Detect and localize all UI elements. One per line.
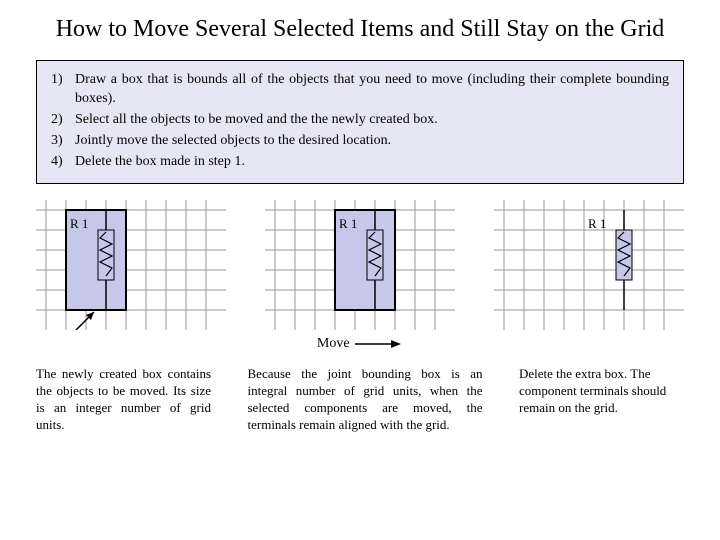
move-arrow-icon	[353, 338, 403, 350]
instruction-list: 1)Draw a box that is bounds all of the o…	[51, 71, 669, 171]
diagram-2: R 1	[265, 200, 455, 330]
caption-2: Because the joint bounding box is an int…	[248, 366, 483, 434]
diagram-2-svg	[265, 200, 455, 330]
step-3: 3)Jointly move the selected objects to t…	[51, 132, 669, 151]
move-indicator: Move	[0, 336, 720, 352]
diagram-1-svg	[36, 200, 226, 330]
caption-1: The newly created box contains the objec…	[36, 366, 211, 434]
caption-row: The newly created box contains the objec…	[36, 366, 684, 434]
label-r1-3: R 1	[588, 216, 606, 232]
caption-3: Delete the extra box. The component term…	[519, 366, 684, 434]
diagram-1: R 1	[36, 200, 226, 330]
step-4: 4)Delete the box made in step 1.	[51, 153, 669, 172]
diagram-row: R 1 R 1 R 1	[36, 200, 684, 330]
page-title: How to Move Several Selected Items and S…	[0, 0, 720, 52]
step-2: 2)Select all the objects to be moved and…	[51, 111, 669, 130]
step-1: 1)Draw a box that is bounds all of the o…	[51, 71, 669, 109]
move-label: Move	[317, 336, 350, 351]
label-r1-2: R 1	[339, 216, 357, 232]
diagram-3: R 1	[494, 200, 684, 330]
label-r1-1: R 1	[70, 216, 88, 232]
instruction-box: 1)Draw a box that is bounds all of the o…	[36, 60, 684, 184]
